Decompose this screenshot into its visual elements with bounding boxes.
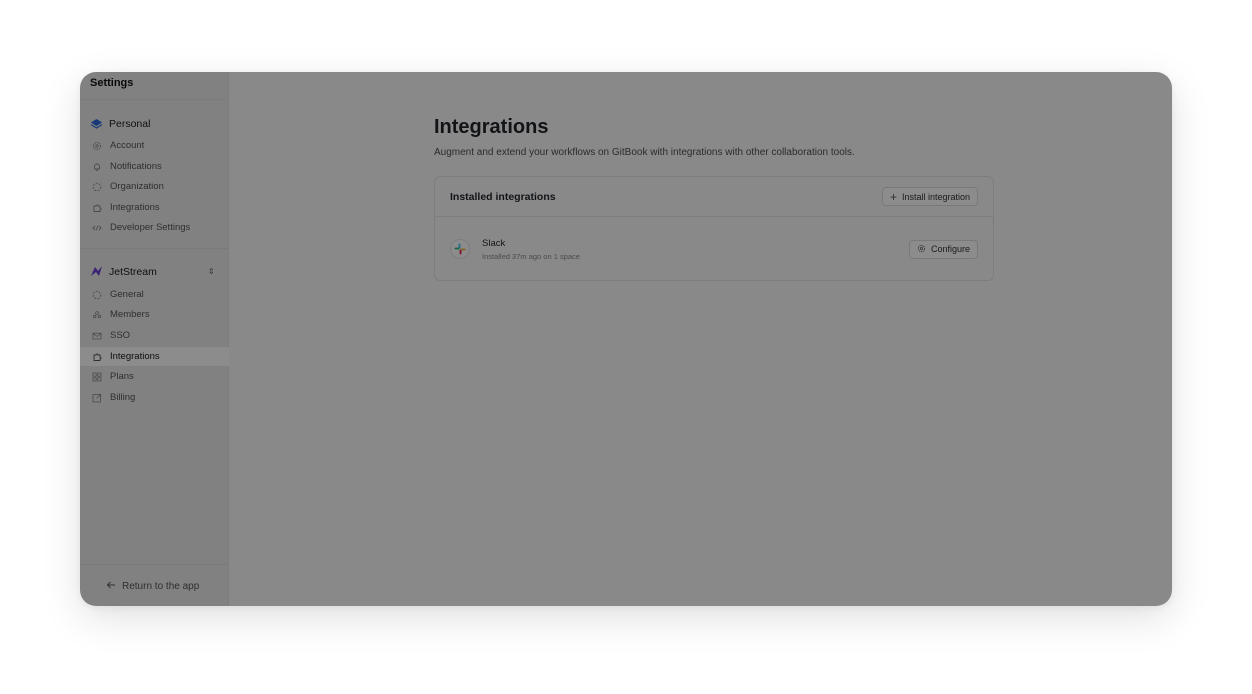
integration-name: Slack [482,237,506,249]
bell-icon [92,162,102,172]
installed-integrations-card: Installed integrations + Install integra… [434,176,994,281]
sidebar-item-label: Organization [110,181,164,192]
sidebar-item-label: Developer Settings [110,222,191,233]
sidebar-item-integrations[interactable]: Integrations [80,347,229,366]
section-personal-label: Personal [109,117,151,130]
sidebar-item-account[interactable]: Account [80,136,229,155]
settings-sidebar: Settings Personal Account Notifications … [80,72,229,606]
external-icon [92,393,102,403]
sidebar-item-billing[interactable]: Billing [80,388,229,407]
arrow-left-icon [106,580,116,593]
page-subtitle: Augment and extend your workflows on Git… [434,147,855,158]
return-to-app-link[interactable]: Return to the app [106,580,199,593]
sidebar-item-notifications[interactable]: Notifications [80,157,229,176]
personal-logo-icon [90,117,103,130]
sidebar-item-integrations-personal[interactable]: Integrations [80,198,229,217]
sidebar-item-organization[interactable]: Organization [80,177,229,196]
install-integration-label: Install integration [901,191,970,202]
sidebar-item-plans[interactable]: Plans [80,367,229,386]
sidebar-item-sso[interactable]: SSO [80,326,229,345]
sidebar-item-label: General [110,289,144,300]
sidebar-item-label: Members [110,309,150,320]
section-personal: Personal [90,117,150,130]
sidebar-item-developer-settings[interactable]: Developer Settings [80,218,229,237]
gear-icon [917,244,926,255]
page-title: Integrations [434,116,549,138]
sidebar-item-members[interactable]: Members [80,305,229,324]
dashed-circle-icon [92,182,102,192]
sidebar-item-general[interactable]: General [80,285,229,304]
puzzle-icon [92,203,102,213]
people-icon [92,310,102,320]
integration-info: Slack Installed 37m ago on 1 space [450,238,580,261]
plus-icon: + [889,189,897,204]
integration-text: Slack Installed 37m ago on 1 space [482,238,580,261]
sidebar-item-label: Plans [110,371,134,382]
section-org-label: JetStream [109,265,157,278]
integration-meta: Installed 37m ago on 1 space [482,251,580,261]
sidebar-divider [80,99,228,100]
dashed-circle-icon [92,290,102,300]
card-header: Installed integrations + Install integra… [435,177,993,217]
sidebar-item-label: SSO [110,330,131,341]
sidebar-title: Settings [90,77,134,89]
settings-window: Settings Personal Account Notifications … [80,72,1172,606]
card-title: Installed integrations [450,190,556,203]
sidebar-item-label: Notifications [110,161,162,172]
configure-button[interactable]: Configure [908,239,978,259]
gear-icon [92,141,102,151]
sidebar-section-divider [80,248,229,249]
return-to-app-label: Return to the app [122,581,200,592]
install-integration-button[interactable]: + Install integration [881,187,978,206]
section-org[interactable]: JetStream [90,265,157,278]
grid-icon [92,372,102,382]
configure-label: Configure [930,244,970,254]
mail-icon [92,331,102,341]
chevron-up-down-icon[interactable]: ⇕ [208,267,215,276]
code-icon [92,223,102,233]
sidebar-bottom-divider [80,564,229,565]
puzzle-icon [92,352,102,362]
sidebar-item-label: Integrations [110,202,160,213]
jetstream-logo-icon [90,265,103,278]
sidebar-item-label: Account [110,140,145,151]
sidebar-item-label: Integrations [110,351,160,362]
integration-row: Slack Installed 37m ago on 1 space Confi… [435,217,993,281]
sidebar-item-label: Billing [110,392,136,403]
slack-logo-icon [450,239,470,259]
main-content: Integrations Augment and extend your wor… [229,72,1172,606]
